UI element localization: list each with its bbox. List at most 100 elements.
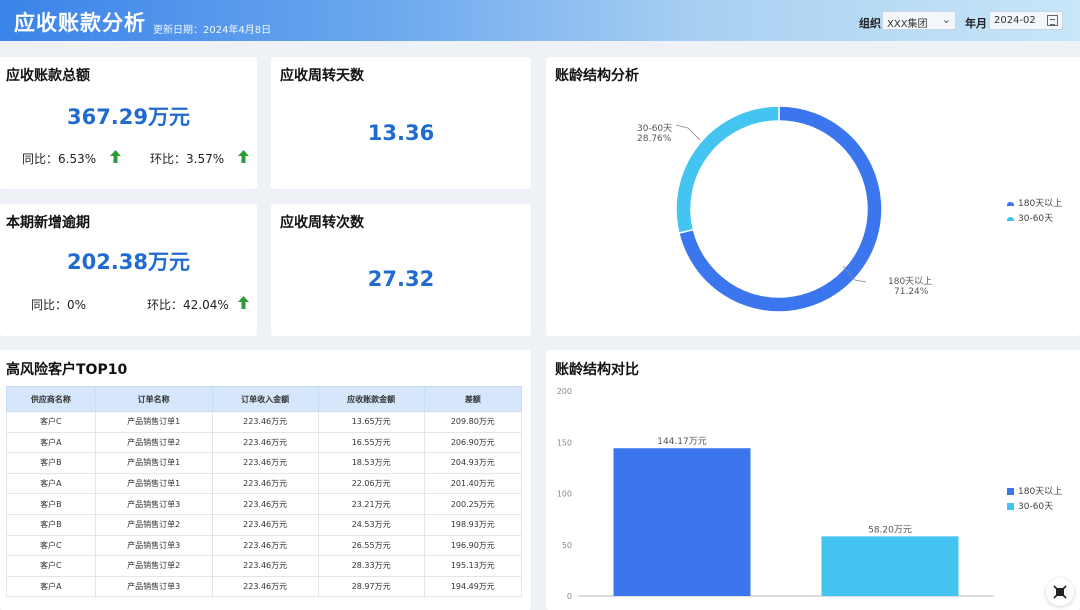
kpi-overdue-yoy: 同比：0%	[31, 298, 87, 312]
legend-label: 30-60天	[1018, 214, 1054, 224]
pie-leader-line	[675, 124, 701, 141]
table-cell: 产品销售订单2	[94, 555, 213, 577]
col-header[interactable]: 应收账款金额	[317, 386, 425, 412]
kpi-overdue-value: 202.38万元	[66, 250, 191, 274]
table-cell: 26.55万元	[317, 534, 425, 557]
table-cell: 28.33万元	[317, 555, 425, 577]
table-cell: 客户C	[6, 534, 96, 557]
table-cell: 产品销售订单3	[94, 534, 213, 557]
pie-legend-30-60[interactable]: 30-60天	[1007, 211, 1053, 224]
kpi-turnover-days-title: 应收周转天数	[280, 68, 364, 84]
y-tick-label: 0	[567, 592, 572, 601]
table-cell: 产品销售订单2	[94, 431, 213, 454]
up-arrow-icon	[238, 296, 249, 309]
pie-slice-pct-30-60: 28.76%	[637, 134, 672, 144]
kpi-card-total: 应收账款总额 367.29万元 同比：6.53% 环比：3.57%	[0, 57, 257, 189]
kpi-card-turnover-days: 应收周转天数 13.36	[271, 57, 531, 189]
month-picker[interactable]: 2024-02	[989, 11, 1063, 30]
legend-label: 30-60天	[1018, 502, 1054, 512]
up-arrow-icon	[238, 150, 249, 163]
table-cell: 209.80万元	[423, 411, 523, 433]
table-row[interactable]: 客户C 产品销售订单3 223.46万元 26.55万元 196.90万元	[6, 534, 523, 557]
page-title: 应收账款分析	[14, 11, 146, 35]
table-cell: 客户A	[6, 431, 96, 454]
table-cell: 22.06万元	[317, 472, 425, 495]
col-header[interactable]: 差额	[423, 386, 523, 412]
col-header[interactable]: 订单收入金额	[211, 386, 319, 412]
kpi-total-value: 367.29万元	[66, 105, 191, 129]
table-cell: 24.53万元	[317, 513, 425, 536]
bar-legend-180[interactable]: 180天以上	[1007, 484, 1062, 497]
table-row[interactable]: 客户A 产品销售订单1 223.46万元 22.06万元 201.40万元	[6, 472, 523, 495]
table-row[interactable]: 客户A 产品销售订单2 223.46万元 16.55万元 206.90万元	[6, 431, 523, 454]
calendar-icon	[1047, 15, 1058, 26]
table-cell: 28.97万元	[317, 575, 425, 598]
legend-marker-icon	[1007, 488, 1014, 495]
y-tick-label: 50	[562, 541, 572, 550]
table-cell: 13.65万元	[317, 411, 425, 433]
table-cell: 206.90万元	[423, 431, 523, 454]
table-row[interactable]: 客户A 产品销售订单3 223.46万元 28.97万元 194.49万元	[6, 575, 523, 598]
legend-marker-icon	[1007, 503, 1014, 510]
table-cell: 产品销售订单2	[94, 513, 213, 536]
page-header: 应收账款分析 更新日期：2024年4月8日 组织 XXX集团 ⌄ 年月 2024…	[0, 0, 1080, 41]
legend-label: 180天以上	[1018, 199, 1063, 209]
pie-slice-label-180: 180天以上	[888, 276, 932, 287]
bar-legend-30-60[interactable]: 30-60天	[1007, 499, 1053, 512]
aging-bar-chart: 0 50 100 150 200 144.17万元 58.20万元	[557, 387, 994, 601]
table-cell: 198.93万元	[423, 513, 523, 536]
pie-slice-pct-180: 71.24%	[894, 287, 929, 297]
aging-structure-card: 账龄结构分析 30-60天 28.76% 180天以上 71.24% 180天以…	[546, 57, 1080, 336]
col-header[interactable]: 供应商名称	[6, 386, 96, 412]
table-cell: 195.13万元	[423, 555, 523, 577]
table-row[interactable]: 客户C 产品销售订单1 223.46万元 13.65万元 209.80万元	[6, 411, 523, 433]
table-cell: 客户B	[6, 493, 96, 515]
kpi-turnover-days-value: 13.36	[367, 121, 435, 145]
table-cell: 产品销售订单1	[94, 472, 213, 495]
table-cell: 196.90万元	[423, 534, 523, 557]
legend-label: 180天以上	[1018, 487, 1063, 497]
org-label: 组织	[859, 17, 881, 30]
table-cell: 223.46万元	[211, 452, 319, 474]
table-header-row: 供应商名称 订单名称 订单收入金额 应收账款金额 差额	[6, 386, 523, 412]
bar-1[interactable]	[821, 536, 959, 596]
kpi-total-yoy: 同比：6.53%	[22, 152, 97, 166]
risk-customers-table: 供应商名称 订单名称 订单收入金额 应收账款金额 差额 客户C 产品销售订单1 22…	[6, 386, 523, 598]
table-cell: 223.46万元	[211, 575, 319, 598]
table-cell: 客户C	[6, 411, 96, 433]
org-select[interactable]: XXX集团 ⌄	[882, 11, 956, 30]
up-arrow-icon	[110, 150, 121, 163]
kpi-total-title: 应收账款总额	[6, 68, 90, 84]
table-cell: 194.49万元	[423, 575, 523, 598]
kpi-turnover-times-value: 27.32	[367, 267, 435, 291]
table-row[interactable]: 客户B 产品销售订单2 223.46万元 24.53万元 198.93万元	[6, 513, 523, 536]
aging-compare-card: 账龄结构对比 0 50 100 150 200 144.17万元 58.20万元 180天以…	[546, 350, 1080, 610]
table-row[interactable]: 客户B 产品销售订单1 223.46万元 18.53万元 204.93万元	[6, 452, 523, 474]
table-cell: 223.46万元	[211, 472, 319, 495]
kpi-card-overdue: 本期新增逾期 202.38万元 同比：0% 环比：42.04%	[0, 204, 257, 336]
kpi-card-turnover-times: 应收周转次数 27.32	[271, 204, 531, 336]
chevron-down-icon: ⌄	[941, 13, 951, 26]
table-cell: 223.46万元	[211, 431, 319, 454]
table-row[interactable]: 客户B 产品销售订单3 223.46万元 23.21万元 200.25万元	[6, 493, 523, 515]
table-cell: 223.46万元	[211, 555, 319, 577]
risk-title: 高风险客户TOP10	[6, 362, 128, 378]
table-cell: 16.55万元	[317, 431, 425, 454]
table-cell: 204.93万元	[423, 452, 523, 474]
table-cell: 客户C	[6, 555, 96, 577]
pie-slice-1[interactable]	[675, 105, 780, 235]
col-header[interactable]: 订单名称	[94, 386, 213, 412]
crosshair-icon	[1053, 585, 1067, 599]
table-cell: 23.21万元	[317, 493, 425, 515]
y-tick-label: 100	[557, 490, 572, 499]
pie-legend-180[interactable]: 180天以上	[1007, 196, 1062, 209]
aging-donut-chart: 30-60天 28.76% 180天以上 71.24%	[637, 105, 932, 313]
table-cell: 客户A	[6, 575, 96, 598]
update-date: 更新日期：2024年4月8日	[153, 25, 272, 36]
y-tick-label: 200	[557, 387, 572, 396]
fullscreen-button[interactable]	[1046, 578, 1074, 606]
table-row[interactable]: 客户C 产品销售订单2 223.46万元 28.33万元 195.13万元	[6, 555, 523, 577]
kpi-overdue-mom: 环比：42.04%	[147, 298, 229, 312]
bar-0[interactable]	[613, 448, 751, 596]
table-cell: 产品销售订单3	[94, 575, 213, 598]
